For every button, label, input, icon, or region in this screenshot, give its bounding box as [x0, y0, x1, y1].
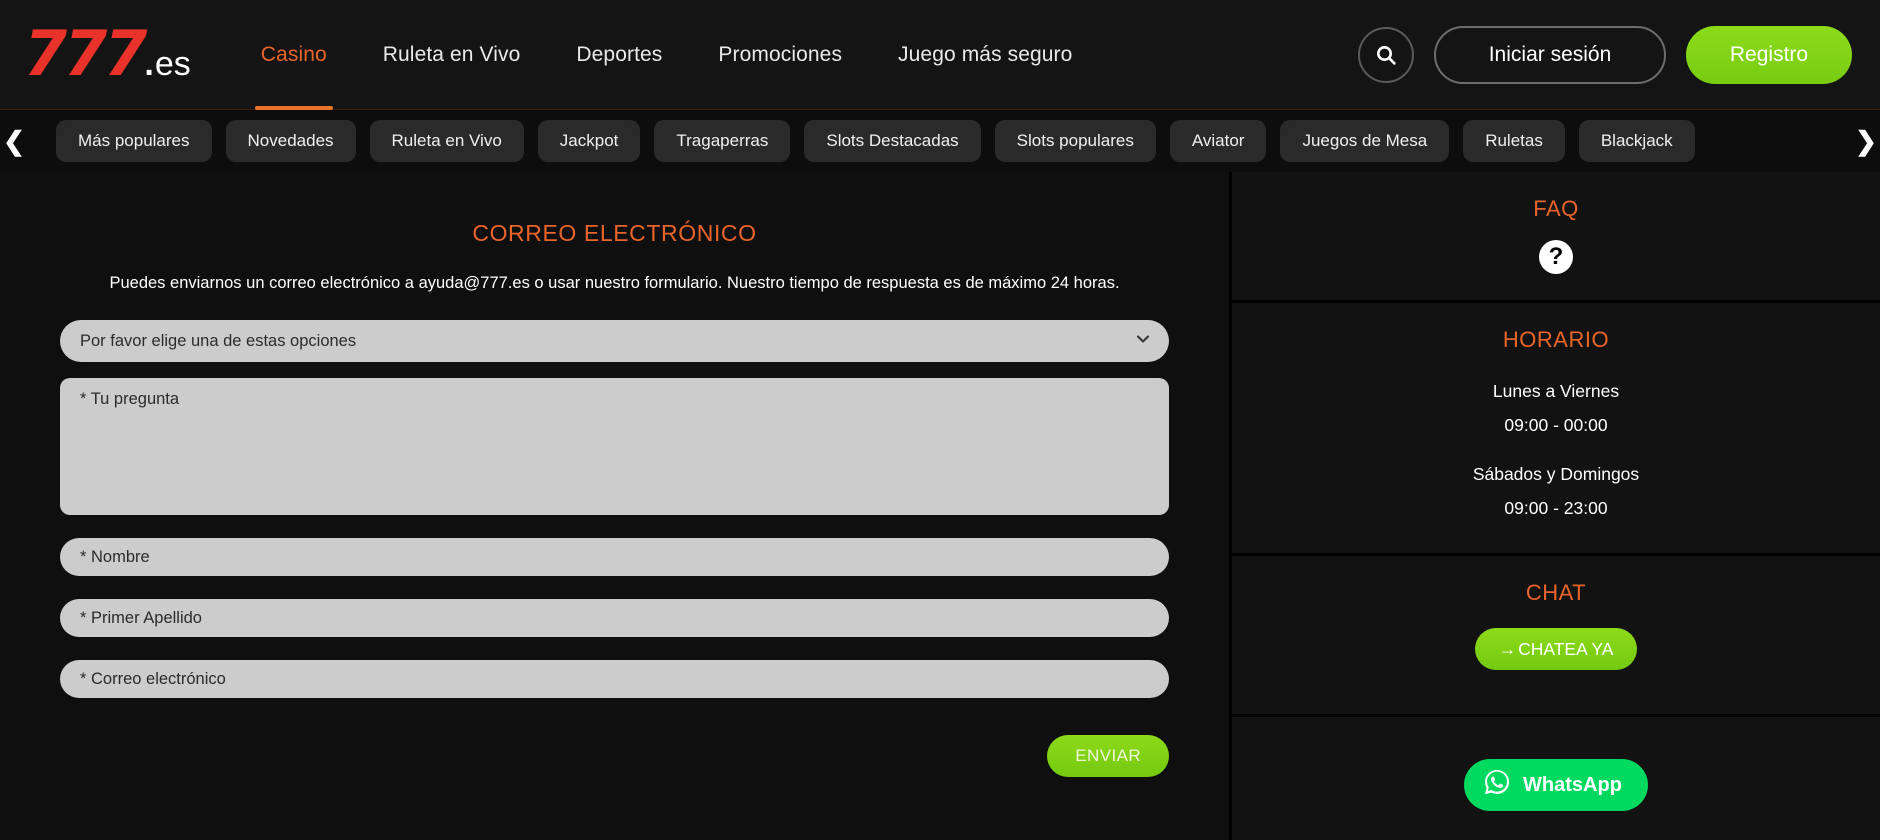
chip-slots-destacadas[interactable]: Slots Destacadas	[804, 120, 981, 162]
chat-card: CHAT → CHATEA YA	[1232, 556, 1880, 717]
nav-label: Juego más seguro	[898, 42, 1073, 66]
horario-card: HORARIO Lunes a Viernes 09:00 - 00:00 Sá…	[1232, 303, 1880, 556]
nav-item-deportes[interactable]: Deportes	[548, 0, 690, 110]
email-input[interactable]	[60, 660, 1169, 698]
page-title: CORREO ELECTRÓNICO	[472, 220, 757, 246]
whatsapp-icon	[1482, 767, 1512, 803]
search-icon	[1374, 43, 1398, 67]
faq-title: FAQ	[1533, 196, 1579, 221]
nav-label: Ruleta en Vivo	[382, 42, 521, 66]
nav-label: Promociones	[718, 42, 843, 66]
weekday-label: Lunes a Viernes	[1492, 381, 1620, 401]
chat-now-button[interactable]: → CHATEA YA	[1474, 628, 1638, 670]
nav-label: Deportes	[576, 42, 663, 66]
chat-title: CHAT	[1525, 580, 1587, 605]
contact-form-panel: CORREO ELECTRÓNICO Puedes enviarnos un c…	[0, 172, 1232, 840]
weekend-hours: 09:00 - 23:00	[1504, 498, 1608, 518]
chat-now-label: CHATEA YA	[1518, 638, 1614, 659]
header-actions: Iniciar sesión Registro	[1358, 25, 1852, 84]
surname-input[interactable]	[60, 599, 1169, 637]
nav-item-promociones[interactable]: Promociones	[690, 0, 870, 110]
chip-scroll-left-icon[interactable]: ❮	[0, 110, 28, 172]
nav-label: Casino	[260, 42, 327, 66]
horario-title: HORARIO	[1502, 327, 1610, 352]
faq-card: FAQ ?	[1232, 172, 1880, 303]
nav-item-juego-mas-seguro[interactable]: Juego más seguro	[870, 0, 1100, 110]
weekend-label: Sábados y Domingos	[1472, 464, 1640, 484]
chip-jackpot[interactable]: Jackpot	[537, 120, 641, 162]
submit-row: ENVIAR	[60, 735, 1169, 777]
logo-es-text: es	[154, 44, 191, 83]
nav-item-casino[interactable]: Casino	[233, 0, 355, 110]
question-mark-icon[interactable]: ?	[1539, 240, 1573, 274]
submit-button[interactable]: ENVIAR	[1047, 735, 1169, 777]
login-button[interactable]: Iniciar sesión	[1434, 25, 1666, 84]
chip-mas-populares[interactable]: Más populares	[56, 120, 212, 162]
weekday-hours: 09:00 - 00:00	[1504, 415, 1608, 435]
topic-select[interactable]: Por favor elige una de estas opciones	[60, 320, 1169, 362]
chip-blackjack[interactable]: Blackjack	[1578, 120, 1695, 162]
site-logo[interactable]: 777 . es	[24, 16, 191, 90]
page-body: CORREO ELECTRÓNICO Puedes enviarnos un c…	[0, 172, 1880, 840]
nav-item-ruleta-en-vivo[interactable]: Ruleta en Vivo	[355, 0, 549, 110]
chip-novedades[interactable]: Novedades	[225, 120, 356, 162]
chip-aviator[interactable]: Aviator	[1169, 120, 1267, 162]
chip-ruletas[interactable]: Ruletas	[1463, 120, 1565, 162]
form-description: Puedes enviarnos un correo electrónico a…	[109, 274, 1120, 292]
register-button[interactable]: Registro	[1686, 25, 1852, 84]
topic-select-wrapper: Por favor elige una de estas opciones	[60, 320, 1169, 362]
site-header: 777 . es Casino Ruleta en Vivo Deportes …	[0, 0, 1880, 110]
chip-tragaperras[interactable]: Tragaperras	[654, 120, 791, 162]
whatsapp-button[interactable]: WhatsApp	[1464, 759, 1648, 811]
chip-scroll-right-icon[interactable]: ❯	[1852, 110, 1880, 172]
name-input[interactable]	[60, 538, 1169, 576]
chip-juegos-de-mesa[interactable]: Juegos de Mesa	[1280, 120, 1450, 162]
main-navigation: Casino Ruleta en Vivo Deportes Promocion…	[233, 0, 1101, 110]
logo-777-text: 777	[24, 16, 147, 90]
whatsapp-label: WhatsApp	[1523, 773, 1622, 796]
chip-slots-populares[interactable]: Slots populares	[994, 120, 1156, 162]
support-sidebar: FAQ ? HORARIO Lunes a Viernes 09:00 - 00…	[1232, 172, 1880, 840]
arrow-right-icon: →	[1498, 638, 1517, 659]
category-chip-bar: ❮ Más populares Novedades Ruleta en Vivo…	[0, 110, 1880, 172]
search-button[interactable]	[1358, 26, 1414, 83]
chip-ruleta-en-vivo[interactable]: Ruleta en Vivo	[369, 120, 524, 162]
whatsapp-card: WhatsApp	[1232, 717, 1880, 840]
logo-dot: .	[144, 44, 154, 83]
question-textarea[interactable]	[60, 378, 1169, 515]
